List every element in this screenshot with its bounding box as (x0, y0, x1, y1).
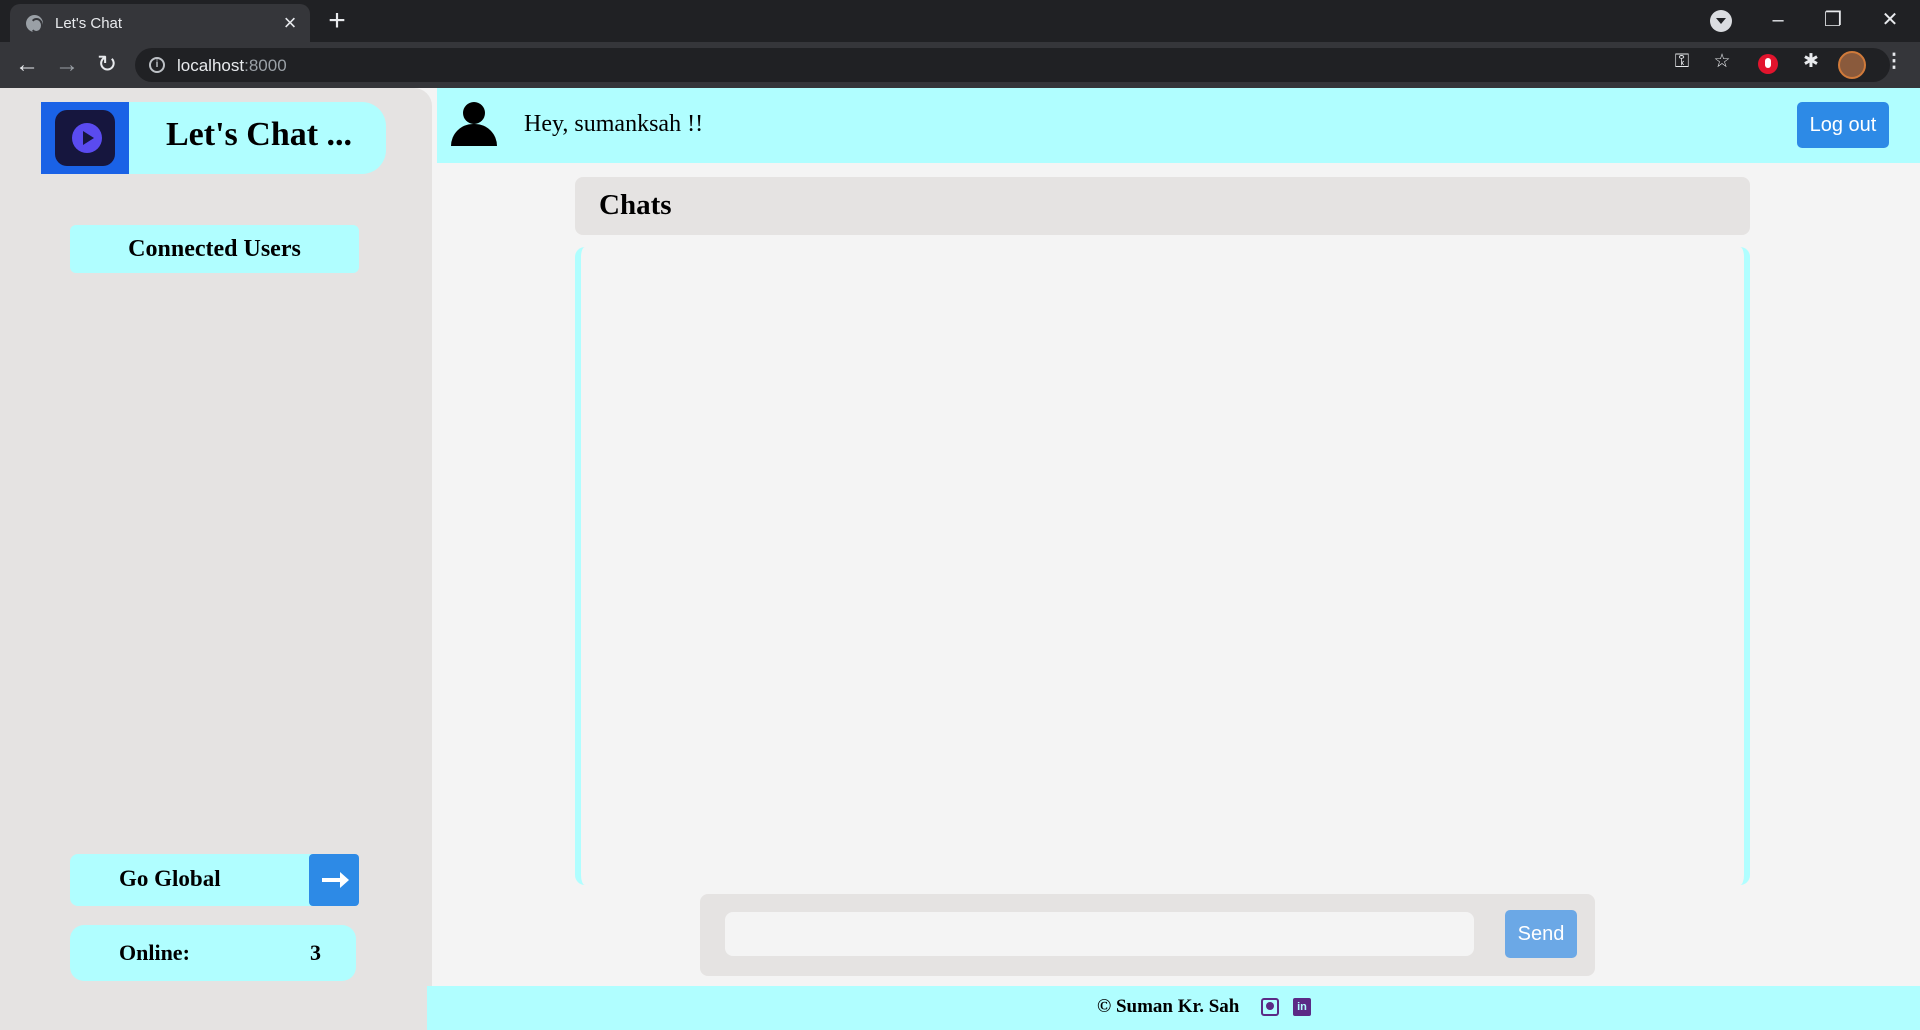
sidebar: Let's Chat ... Connected Users Go Global… (0, 88, 432, 1030)
connected-users-heading: Connected Users (70, 225, 359, 273)
arrow-right-icon (322, 872, 349, 888)
restore-icon[interactable]: ❐ (1805, 0, 1861, 40)
top-header: Hey, sumanksah !! Log out (437, 88, 1920, 163)
app-title: Let's Chat ... (166, 116, 353, 153)
reload-icon[interactable]: ↻ (92, 50, 122, 80)
key-icon[interactable]: ⚿ (1668, 48, 1696, 76)
close-tab-icon[interactable]: × (278, 11, 302, 35)
chats-title: Chats (599, 189, 672, 221)
go-global-label: Go Global (119, 866, 221, 891)
profile-avatar[interactable] (1838, 51, 1866, 79)
minimize-icon[interactable]: – (1750, 0, 1806, 40)
url-text[interactable]: localhost:8000 (177, 56, 287, 76)
extension-icon[interactable] (1758, 54, 1778, 74)
copyright-text: © Suman Kr. Sah (1097, 996, 1240, 1017)
message-input[interactable] (725, 912, 1474, 956)
go-global-card: Go Global (70, 854, 359, 906)
online-count-card: Online: 3 (70, 925, 356, 981)
tab-search-icon[interactable] (1710, 10, 1732, 32)
footer: © Suman Kr. Sah in (427, 986, 1920, 1030)
new-tab-icon[interactable]: + (322, 6, 352, 37)
play-logo-icon (72, 123, 102, 153)
browser-tabstrip: Let's Chat × + – ❐ ✕ (0, 0, 1920, 42)
greeting-text: Hey, sumanksah !! (524, 111, 704, 137)
puzzle-extensions-icon[interactable]: ✱ (1797, 48, 1825, 76)
back-arrow-icon[interactable]: ← (12, 50, 42, 80)
address-bar[interactable]: i localhost:8000 (135, 48, 1890, 82)
kebab-menu-icon[interactable]: ⋮ (1880, 48, 1908, 76)
logout-button[interactable]: Log out (1797, 102, 1889, 148)
info-icon[interactable]: i (149, 57, 165, 73)
app-logo-card: Let's Chat ... (41, 102, 386, 174)
globe-icon (26, 15, 43, 33)
bookmark-star-icon[interactable]: ☆ (1708, 48, 1736, 76)
tab-title: Let's Chat (55, 15, 123, 32)
go-global-button[interactable] (309, 854, 359, 906)
page-viewport: Let's Chat ... Connected Users Go Global… (0, 88, 1920, 1030)
message-input-bar: Send (700, 894, 1595, 976)
chat-messages-area[interactable] (575, 247, 1750, 885)
forward-arrow-icon[interactable]: → (52, 50, 82, 80)
window-close-icon[interactable]: ✕ (1862, 0, 1918, 40)
browser-toolbar: ← → ↻ i localhost:8000 (0, 42, 1920, 88)
browser-tab[interactable]: Let's Chat × (10, 4, 310, 42)
linkedin-icon[interactable]: in (1293, 998, 1311, 1016)
app-logo (41, 102, 129, 174)
chats-header: Chats (575, 177, 1750, 235)
send-button[interactable]: Send (1505, 910, 1577, 958)
online-label: Online: (119, 940, 190, 965)
user-icon (451, 102, 497, 146)
online-count: 3 (310, 940, 321, 965)
github-icon[interactable] (1261, 998, 1279, 1016)
